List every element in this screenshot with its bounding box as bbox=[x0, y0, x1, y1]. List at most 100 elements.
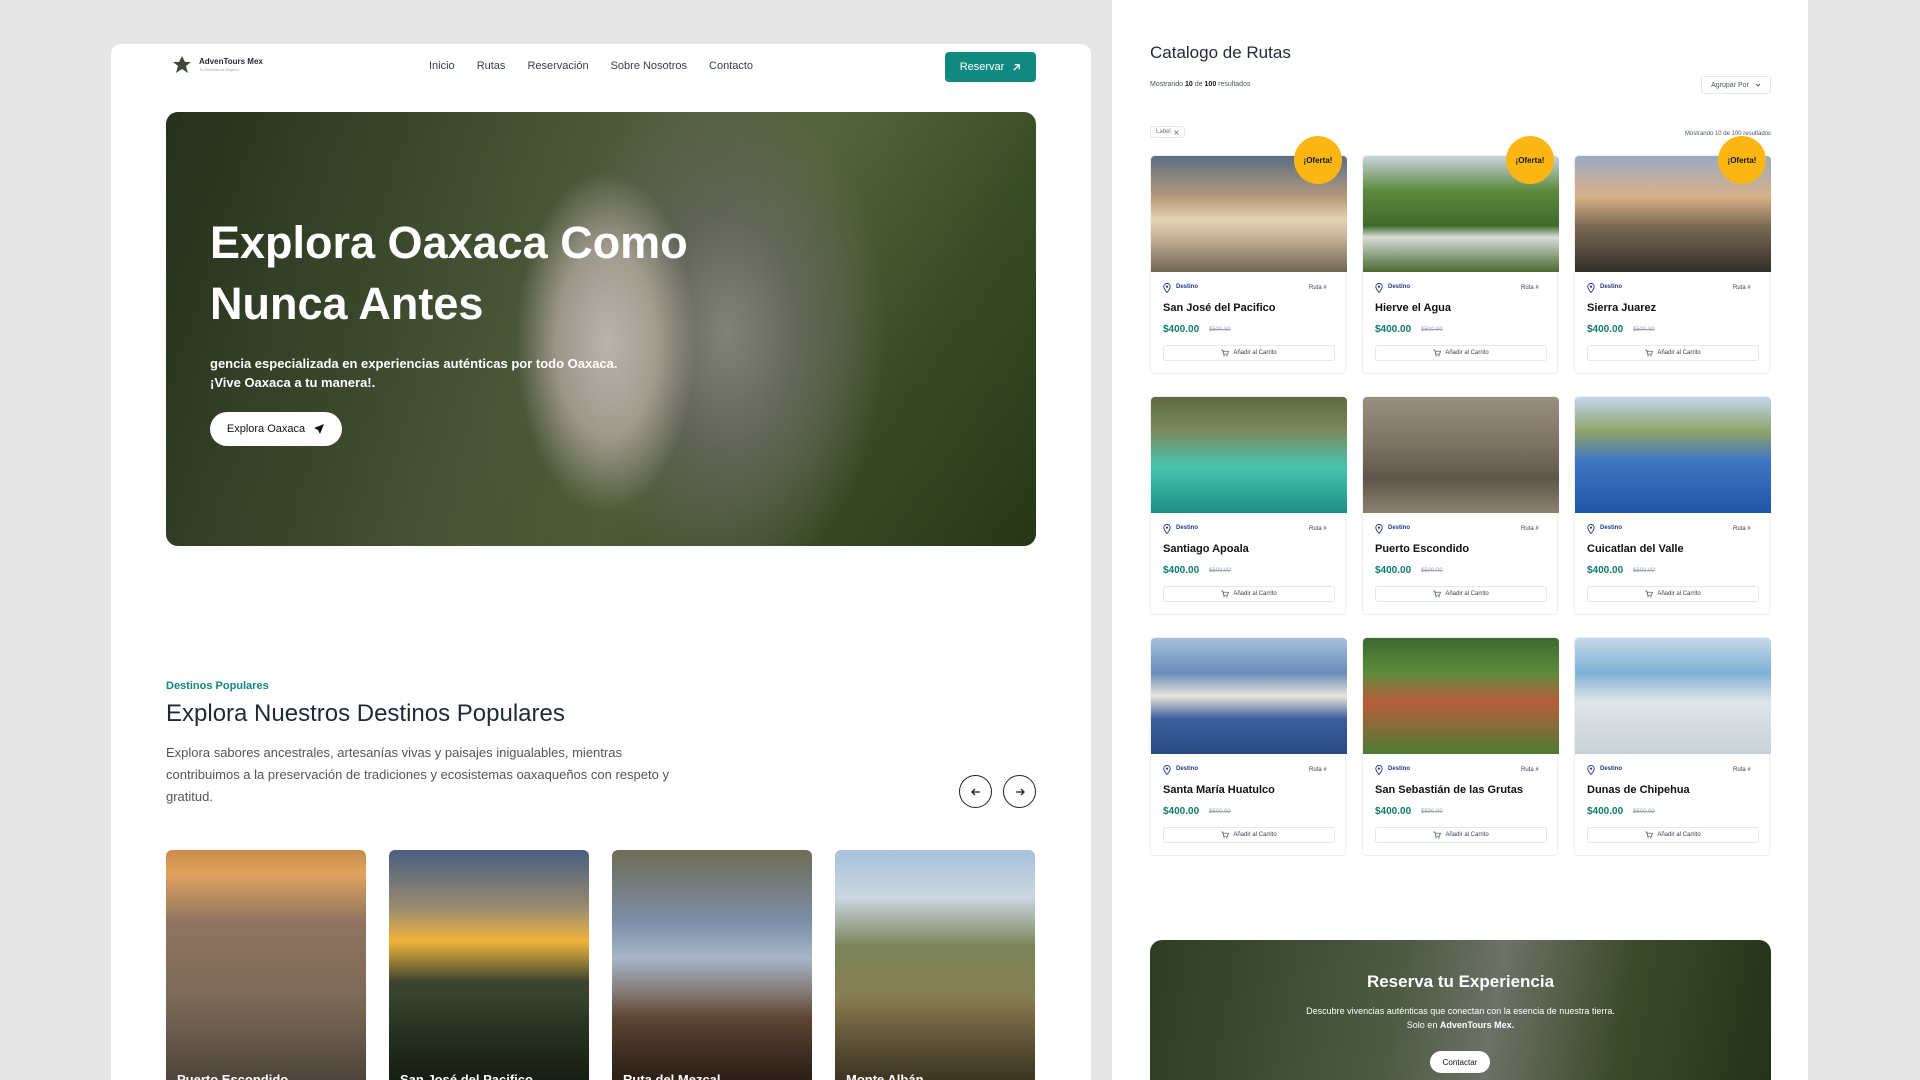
destination-tag: Destino bbox=[1600, 525, 1623, 531]
route-image bbox=[1575, 397, 1771, 513]
route-price: $400.00 bbox=[1375, 324, 1412, 335]
route-image bbox=[1151, 638, 1347, 754]
route-image bbox=[1151, 397, 1347, 513]
location-pin-icon bbox=[1375, 765, 1383, 775]
route-card[interactable]: Destino Ruta # Dunas de Chipehua $400.00… bbox=[1574, 637, 1771, 856]
banner-brand: AdvenTours Mex. bbox=[1439, 1020, 1515, 1030]
section-title: Explora Nuestros Destinos Populares bbox=[166, 700, 565, 727]
nav-link-reservacion[interactable]: Reservación bbox=[527, 60, 588, 72]
route-price: $400.00 bbox=[1375, 565, 1412, 576]
nav-link-sobre-nosotros[interactable]: Sobre Nosotros bbox=[611, 60, 687, 72]
results-count-secondary: Mostrando 10 de 100 resultados bbox=[1684, 131, 1771, 137]
destination-tag: Destino bbox=[1176, 766, 1199, 772]
destination-card[interactable]: Puerto Escondido bbox=[166, 850, 366, 1080]
route-old-price: $500.00 bbox=[1421, 568, 1443, 574]
add-to-cart-button[interactable]: Añadir al Carrito bbox=[1375, 586, 1547, 602]
landing-page-panel: AdvenTours Mex Tu Aventura te Espera Ini… bbox=[111, 44, 1091, 1080]
group-by-label: Agrupar Por bbox=[1711, 81, 1749, 89]
brand-logo[interactable]: AdvenTours Mex Tu Aventura te Espera bbox=[171, 54, 263, 76]
route-tag: Ruta # bbox=[1521, 767, 1539, 773]
explore-button-label: Explora Oaxaca bbox=[226, 423, 306, 435]
location-pin-icon bbox=[1587, 765, 1595, 775]
filter-chip-label: Label bbox=[1156, 129, 1171, 135]
add-to-cart-button[interactable]: Añadir al Carrito bbox=[1587, 827, 1759, 843]
banner-title: Reserva tu Experiencia bbox=[1366, 972, 1555, 991]
route-card[interactable]: Destino Ruta # Puerto Escondido $400.00 … bbox=[1362, 396, 1559, 615]
contact-button[interactable]: Contactar bbox=[1430, 1051, 1490, 1073]
destination-name: Puerto Escondido bbox=[177, 1072, 289, 1080]
cart-icon bbox=[1433, 831, 1442, 839]
cart-icon bbox=[1645, 349, 1654, 357]
add-to-cart-button[interactable]: Añadir al Carrito bbox=[1587, 586, 1759, 602]
route-name: Sierra Juarez bbox=[1587, 302, 1657, 314]
offer-badge: ¡Oferta! bbox=[1506, 136, 1554, 184]
carousel-prev-button[interactable] bbox=[959, 775, 992, 808]
route-price: $400.00 bbox=[1375, 806, 1412, 817]
add-to-cart-button[interactable]: Añadir al Carrito bbox=[1587, 345, 1759, 361]
filter-chip[interactable]: Label bbox=[1150, 126, 1185, 138]
add-to-cart-button[interactable]: Añadir al Carrito bbox=[1375, 345, 1547, 361]
explore-oaxaca-button[interactable]: Explora Oaxaca bbox=[210, 412, 342, 446]
destination-tag: Destino bbox=[1388, 284, 1411, 290]
route-card[interactable]: Destino Ruta # Cuicatlan del Valle $400.… bbox=[1574, 396, 1771, 615]
route-old-price: $500.00 bbox=[1633, 327, 1655, 333]
carousel-next-button[interactable] bbox=[1003, 775, 1036, 808]
route-card[interactable]: ¡Oferta! Destino Ruta # Hierve el Agua $… bbox=[1362, 136, 1559, 374]
destination-tag: Destino bbox=[1600, 284, 1623, 290]
route-tag: Ruta # bbox=[1309, 526, 1327, 532]
location-pin-icon bbox=[1163, 765, 1171, 775]
route-card[interactable]: ¡Oferta! Destino Ruta # San José del Pac… bbox=[1150, 136, 1347, 374]
route-price: $400.00 bbox=[1587, 565, 1624, 576]
group-by-select[interactable]: Agrupar Por bbox=[1701, 76, 1771, 94]
results-count-suffix: resultados bbox=[1218, 81, 1251, 88]
add-to-cart-label: Añadir al Carrito bbox=[1233, 350, 1277, 356]
route-price: $400.00 bbox=[1587, 806, 1624, 817]
brand-tagline: Tu Aventura te Espera bbox=[199, 67, 239, 72]
destination-name: Monte Albán bbox=[846, 1072, 924, 1080]
nav-link-rutas[interactable]: Rutas bbox=[477, 60, 506, 72]
add-to-cart-button[interactable]: Añadir al Carrito bbox=[1163, 586, 1335, 602]
destination-card[interactable]: Ruta del Mezcal bbox=[612, 850, 812, 1080]
banner-line-1: Descubre vivencias auténticas que conect… bbox=[1306, 1006, 1615, 1016]
catalog-title: Catalogo de Rutas bbox=[1150, 43, 1291, 62]
chevron-down-icon bbox=[1755, 83, 1761, 87]
offer-badge: ¡Oferta! bbox=[1294, 136, 1342, 184]
route-old-price: $500.00 bbox=[1209, 809, 1231, 815]
route-tag: Ruta # bbox=[1521, 285, 1539, 291]
add-to-cart-label: Añadir al Carrito bbox=[1233, 591, 1277, 597]
results-count-prefix: Mostrando bbox=[1150, 81, 1184, 88]
add-to-cart-button[interactable]: Añadir al Carrito bbox=[1163, 827, 1335, 843]
route-name: Santiago Apoala bbox=[1163, 543, 1249, 555]
route-price: $400.00 bbox=[1163, 324, 1200, 335]
hero-title: Explora Oaxaca Como Nunca Antes bbox=[210, 217, 688, 329]
destination-name: San José del Pacifico bbox=[400, 1072, 533, 1080]
route-card[interactable]: Destino Ruta # Santa María Huatulco $400… bbox=[1150, 637, 1347, 856]
route-card[interactable]: Destino Ruta # Santiago Apoala $400.00 $… bbox=[1150, 396, 1347, 615]
route-old-price: $500.00 bbox=[1421, 809, 1443, 815]
nav-links: Inicio Rutas Reservación Sobre Nosotros … bbox=[429, 60, 753, 72]
nav-link-contacto[interactable]: Contacto bbox=[709, 60, 753, 72]
route-card[interactable]: ¡Oferta! Destino Ruta # Sierra Juarez $4… bbox=[1574, 136, 1771, 374]
route-tag: Ruta # bbox=[1309, 285, 1327, 291]
cart-icon bbox=[1645, 831, 1654, 839]
route-card[interactable]: Destino Ruta # San Sebastián de las Grut… bbox=[1362, 637, 1559, 856]
cart-icon bbox=[1221, 590, 1230, 598]
add-to-cart-label: Añadir al Carrito bbox=[1445, 350, 1489, 356]
hero-subtitle: gencia especializada en experiencias aut… bbox=[210, 356, 618, 390]
destination-card[interactable]: San José del Pacifico bbox=[389, 850, 589, 1080]
location-pin-icon bbox=[1587, 283, 1595, 293]
nav-link-inicio[interactable]: Inicio bbox=[429, 60, 455, 72]
route-name: San Sebastián de las Grutas bbox=[1375, 784, 1523, 796]
add-to-cart-label: Añadir al Carrito bbox=[1233, 832, 1277, 838]
destination-card[interactable]: Monte Albán bbox=[835, 850, 1035, 1080]
add-to-cart-label: Añadir al Carrito bbox=[1445, 591, 1489, 597]
add-to-cart-button[interactable]: Añadir al Carrito bbox=[1163, 345, 1335, 361]
reserve-button[interactable]: Reservar bbox=[945, 52, 1036, 82]
results-count-mid: de bbox=[1194, 81, 1203, 88]
arrow-left-icon bbox=[970, 788, 980, 795]
add-to-cart-button[interactable]: Añadir al Carrito bbox=[1375, 827, 1547, 843]
arrow-up-right-icon bbox=[1013, 63, 1021, 71]
route-tag: Ruta # bbox=[1733, 526, 1751, 532]
catalog-panel: Catalogo de Rutas Mostrando 10 de 100 re… bbox=[1112, 0, 1808, 1080]
close-icon[interactable] bbox=[1173, 129, 1179, 135]
